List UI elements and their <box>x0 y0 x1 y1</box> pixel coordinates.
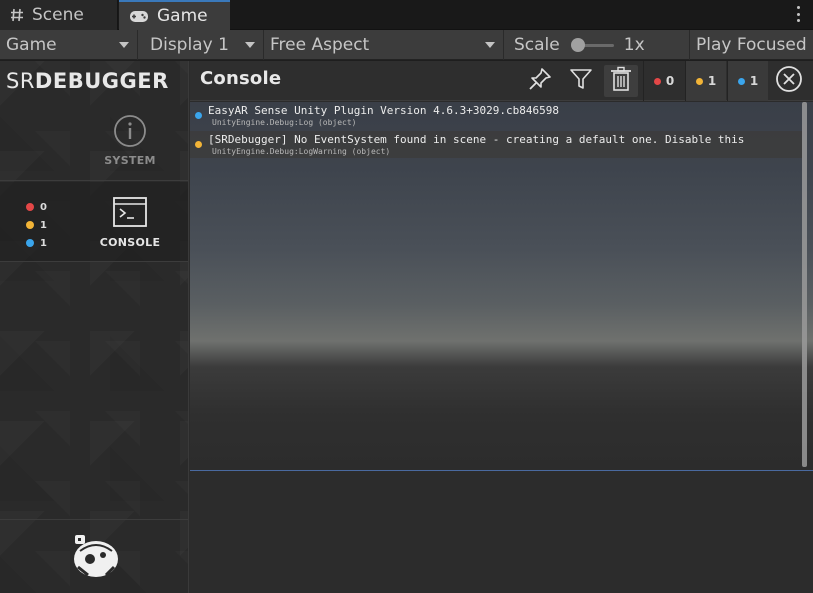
gamepad-icon <box>129 10 149 23</box>
scale-slider-handle[interactable] <box>570 37 585 52</box>
scale-value: 1x <box>623 35 645 55</box>
sidebar-item-console-label: CONSOLE <box>99 236 161 249</box>
sidebar-console-counts: 0 1 1 <box>26 198 47 252</box>
warning-dot-icon <box>695 77 703 85</box>
kebab-menu-icon[interactable] <box>795 4 801 24</box>
stompy-robot-logo-icon <box>70 531 122 581</box>
game-toolbar: Game Display 1 Free Aspect Scale 1x Play… <box>0 30 813 60</box>
tab-scene[interactable]: Scene <box>0 0 118 30</box>
editor-tab-bar: Scene Game <box>0 0 813 30</box>
clear-button[interactable] <box>604 65 638 97</box>
logo-debugger-text: DEBUGGER <box>34 69 169 93</box>
error-dot-icon <box>653 77 661 85</box>
sidebar-item-console[interactable]: 0 1 1 CONSOLE <box>0 182 188 262</box>
aspect-dropdown[interactable]: Free Aspect <box>264 30 504 60</box>
scale-control: Scale 1x <box>506 30 690 60</box>
scale-label: Scale <box>514 35 560 55</box>
filter-button[interactable] <box>565 65 597 97</box>
warning-filter-toggle[interactable]: 1 <box>685 61 726 101</box>
game-view-dropdown[interactable]: Game <box>0 30 138 60</box>
sidebar-item-system-label: SYSTEM <box>104 154 156 167</box>
info-filter-toggle[interactable]: 1 <box>727 61 768 101</box>
play-mode-label: Play Focused <box>696 35 807 55</box>
info-icon <box>112 113 148 149</box>
hash-icon <box>10 8 24 22</box>
tab-scene-label: Scene <box>32 5 84 25</box>
caret-down-icon <box>245 42 255 48</box>
console-panel: Console 0 1 1 EasyAR Sense Unity Plugin … <box>190 61 813 593</box>
logo-sr-text: SR <box>6 69 35 93</box>
info-dot-icon <box>737 77 745 85</box>
sidebar-warning-count: 1 <box>40 219 47 231</box>
error-filter-toggle[interactable]: 0 <box>643 61 684 101</box>
terminal-icon <box>112 196 148 232</box>
trash-icon <box>610 66 632 96</box>
tab-game[interactable]: Game <box>119 0 230 30</box>
warning-count: 1 <box>707 74 717 88</box>
srdebugger-logo: SR DEBUGGER <box>0 61 189 101</box>
sidebar-error-count: 0 <box>40 201 47 213</box>
info-dot-icon <box>195 112 202 119</box>
info-count: 1 <box>749 74 759 88</box>
game-view-dropdown-label: Game <box>6 35 57 55</box>
sidebar-item-system[interactable]: SYSTEM <box>0 101 188 181</box>
log-scrollbar[interactable] <box>802 102 807 467</box>
error-dot-icon <box>26 203 34 211</box>
console-title: Console <box>200 68 282 89</box>
warning-dot-icon <box>195 141 202 148</box>
scale-slider[interactable] <box>570 37 614 52</box>
log-entry-source: UnityEngine.Debug:LogWarning (object) <box>212 147 391 156</box>
caret-down-icon <box>119 42 129 48</box>
pin-icon <box>527 66 553 96</box>
sidebar-divider <box>0 519 188 520</box>
log-entry-message: [SRDebugger] No EventSystem found in sce… <box>208 133 745 146</box>
filter-icon <box>569 67 593 95</box>
stack-trace-panel <box>190 470 813 593</box>
game-view: SR DEBUGGER SYSTEM 0 1 1 CONSOLE Console… <box>0 61 813 593</box>
warning-dot-icon <box>26 221 34 229</box>
error-count: 0 <box>665 74 675 88</box>
sidebar-info-count: 1 <box>40 237 47 249</box>
display-dropdown-label: Display 1 <box>150 35 229 55</box>
close-button[interactable] <box>774 66 804 96</box>
console-log-list[interactable]: EasyAR Sense Unity Plugin Version 4.6.3+… <box>190 102 813 470</box>
tab-game-label: Game <box>157 6 208 26</box>
caret-down-icon <box>485 42 495 48</box>
close-icon <box>775 65 803 97</box>
log-entry-source: UnityEngine.Debug:Log (object) <box>212 118 357 127</box>
log-entry-message: EasyAR Sense Unity Plugin Version 4.6.3+… <box>208 104 559 117</box>
play-mode-dropdown[interactable]: Play Focused <box>690 30 813 60</box>
debugger-sidebar: SR DEBUGGER SYSTEM 0 1 1 CONSOLE <box>0 61 189 593</box>
console-header: Console 0 1 1 <box>190 61 813 101</box>
log-entry[interactable]: EasyAR Sense Unity Plugin Version 4.6.3+… <box>190 102 802 129</box>
info-dot-icon <box>26 239 34 247</box>
aspect-dropdown-label: Free Aspect <box>270 35 370 55</box>
log-entry[interactable]: [SRDebugger] No EventSystem found in sce… <box>190 131 802 158</box>
pin-button[interactable] <box>524 65 556 97</box>
display-dropdown[interactable]: Display 1 <box>144 30 264 60</box>
